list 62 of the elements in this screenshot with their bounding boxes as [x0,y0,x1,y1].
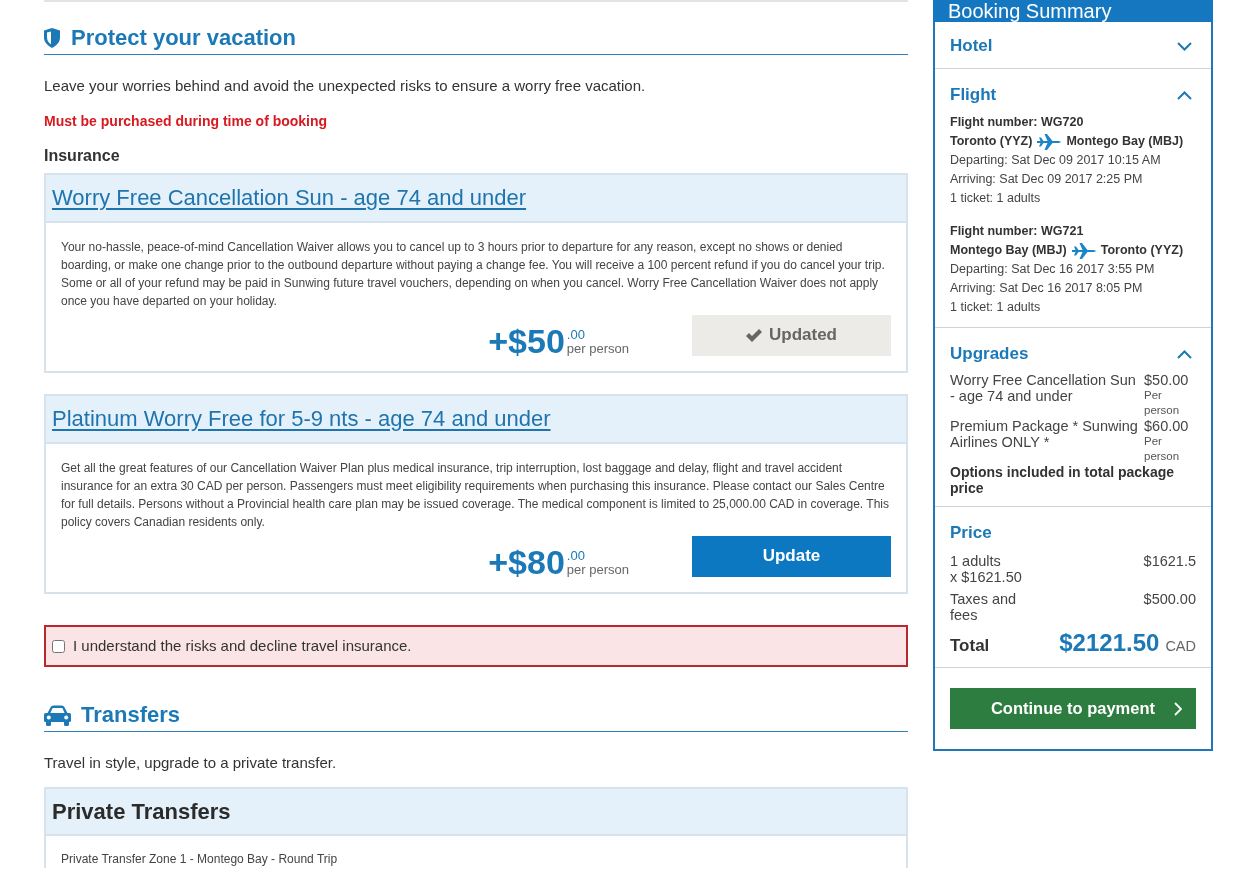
flight-number: Flight number: WG721 [950,223,1085,240]
subsection-title: Insurance [44,146,121,166]
price-label: Taxes and fees [950,591,1018,623]
price-label: 1 adults [950,553,1002,569]
price-unit: per person [566,563,629,577]
shield-icon [44,28,60,48]
check-icon [746,328,762,342]
departure-time: Departing: Sat Dec 09 2017 10:15 AM [950,152,1162,169]
panel-title: Booking Summary [933,0,1213,22]
price-amount: $1621.5 [1143,553,1196,569]
chevron-right-icon [1174,701,1182,716]
flight-number: Flight number: WG720 [950,114,1085,131]
section-title: Protect your vacation [71,25,296,51]
upgrade-price: $50.00 [1144,372,1190,388]
arrival-time: Arriving: Sat Dec 09 2017 2:25 PM [950,171,1144,188]
currency-label: CAD [1165,638,1196,654]
upgrade-name: Premium Package * Sunwing Airlines ONLY * [950,418,1139,452]
price-unit: per person [566,342,629,356]
route-destination: Montego Bay (MBJ) [1066,133,1184,150]
section-title: Transfers [81,702,181,728]
price-unit: Per person [1144,434,1181,464]
chevron-up-icon[interactable] [1177,90,1192,100]
accordion-title[interactable]: Flight [950,83,997,107]
update-button[interactable]: Update [692,535,891,577]
airplane-icon [1071,242,1096,259]
route-destination: Toronto (YYZ) [1100,242,1184,259]
price-amount: $500.00 [1143,591,1196,607]
total-amount: $2121.50 [1059,629,1160,657]
route-origin: Montego Bay (MBJ) [950,242,1067,259]
price-unit: Per person [1144,388,1181,418]
accordion-title[interactable]: Upgrades [950,342,1029,366]
section-title: Price [950,522,992,544]
departure-time: Departing: Sat Dec 16 2017 3:55 PM [950,261,1156,278]
plan-description: Get all the great features of our Cancellation Waiver Plan plus medical insurance, trip interruption, lost baggage and delay, flight and travel accident insurance for an extra 30 CAD per person. Passengers must meet eligibility requirements when purchasing this insurance. Please contact our Sales Centre for full details. Persons without a Provincial health care plan may be issued coverage. The medical component is limited to 25,000.00 CAD in coverage. This policy covers Canadian residents only. [61,460,890,531]
price-cents: .00 [566,549,586,563]
airplane-icon [1037,133,1062,150]
continue-button[interactable]: Continue to payment [950,688,1196,729]
warning-text: Must be purchased during time of booking [44,112,329,131]
transfer-option: Private Transfer Zone 1 - Montego Bay - Round Trip [61,850,891,868]
price-cents: .00 [566,328,586,342]
upgrade-price: $60.00 [1144,418,1190,434]
route-origin: Toronto (YYZ) [950,133,1033,150]
accordion-title[interactable]: Hotel [950,34,993,58]
card-title: Private Transfers [52,797,231,826]
upgrade-name: Worry Free Cancellation Sun - age 74 and under [950,372,1137,406]
car-icon [44,704,71,726]
update-button[interactable]: Updated [692,314,891,356]
total-label: Total [950,636,990,656]
chevron-down-icon[interactable] [1177,41,1192,51]
price-amount: +$80 [488,547,565,577]
included-note: Options included in total package price [950,464,1176,496]
decline-checkbox[interactable] [52,639,65,653]
plan-description: Your no-hassle, peace-of-mind Cancellation Waiver allows you to cancel up to 3 hours prior to departure for any reason, except no shows or denied boarding, or make one change prior to the outbound departure without paying a change fee. You will receive a 100 percent refund if you do cancel your trip. Some or all of your refund may be paid in Sunwing future travel vouchers, depending on when you cancel. Worry Free Cancellation Waiver does not apply once you have departed on your holiday. [61,239,886,310]
arrival-time: Arriving: Sat Dec 16 2017 8:05 PM [950,280,1144,297]
ticket-count: 1 ticket: 1 adults [950,299,1042,316]
intro-text: Leave your worries behind and avoid the unexpected risks to ensure a worry free vacation. [44,76,647,96]
price-detail: x $1621.50 [950,569,1023,585]
chevron-up-icon[interactable] [1177,349,1192,359]
ticket-count: 1 ticket: 1 adults [950,190,1042,207]
intro-text: Travel in style, upgrade to a private transfer. [44,753,338,773]
decline-label[interactable]: I understand the risks and decline travel insurance. [73,636,412,656]
price-amount: +$50 [488,326,565,356]
